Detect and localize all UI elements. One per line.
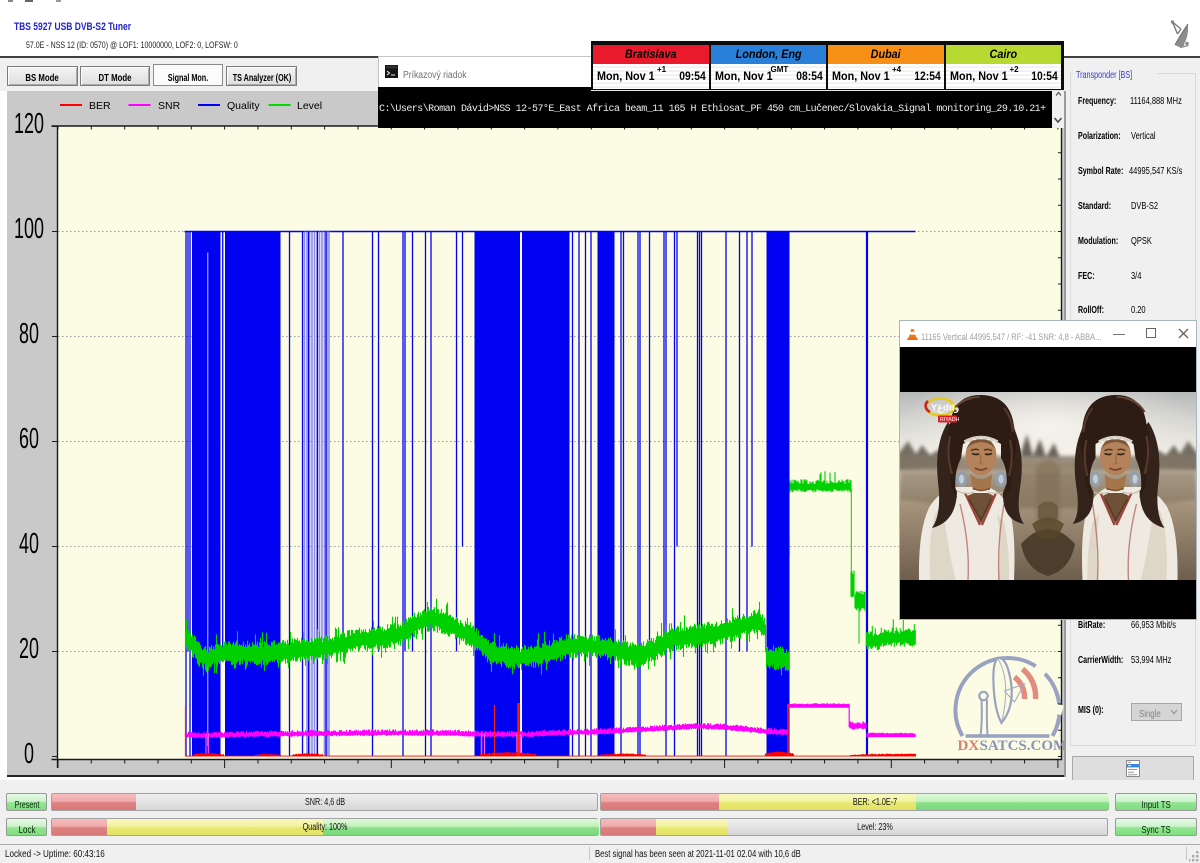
svg-text:SATCS.COM: SATCS.COM bbox=[979, 738, 1067, 754]
svg-text:Yغddو: Yغddو bbox=[931, 403, 960, 414]
svg-text:RIYADH: RIYADH bbox=[940, 417, 959, 423]
svg-text:DX: DX bbox=[957, 738, 979, 754]
